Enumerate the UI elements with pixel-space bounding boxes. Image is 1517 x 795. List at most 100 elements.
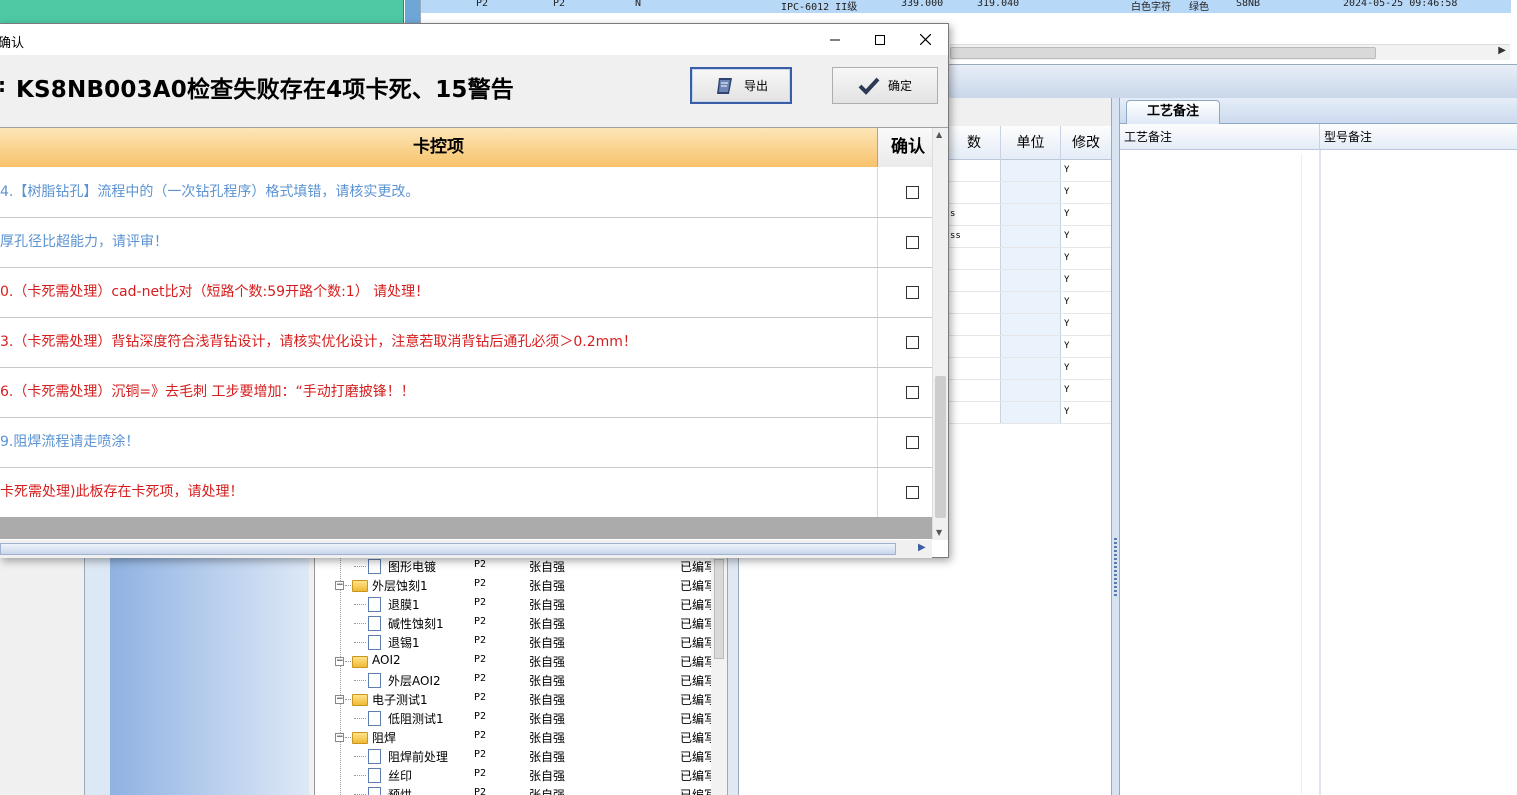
tree-connector xyxy=(354,642,366,643)
minimize-button[interactable] xyxy=(812,24,858,55)
tree-node[interactable]: − 外层蚀刻1 P2 张自强 已编写 xyxy=(314,576,716,595)
tree-node[interactable]: − AOI2 P2 张自强 已编写 xyxy=(314,652,716,671)
table-row[interactable]: 4.【树脂钻孔】流程中的（一次钻孔程序）格式填错，请核实更改。 xyxy=(0,168,932,218)
remarks-header: 工艺备注 型号备注 xyxy=(1120,124,1517,150)
confirm-checkbox[interactable] xyxy=(906,486,919,499)
params-grid-row[interactable]: Y xyxy=(948,270,1111,292)
param-unit-cell xyxy=(1000,182,1060,203)
dialog-titlebar[interactable]: 确认 xyxy=(0,24,948,55)
table-hscroll-thumb[interactable] xyxy=(0,543,896,555)
col-unit: 单位 xyxy=(1000,126,1060,160)
tree-node-owner: 张自强 xyxy=(529,731,566,745)
params-grid-row[interactable]: sY xyxy=(948,204,1111,226)
tree-node-version: P2 xyxy=(474,673,487,684)
params-grid-row[interactable]: Y xyxy=(948,160,1111,182)
close-button[interactable] xyxy=(902,24,948,55)
table-row[interactable]: 6.（卡死需处理）沉铜=》去毛刺 工步要增加：“手动打磨披锋！！ xyxy=(0,368,932,418)
background-selected-row[interactable]: P2 P2 N IPC-6012 II级 339.000 319.040 白色字… xyxy=(421,0,1511,13)
hscroll-right-arrow-icon[interactable]: ▶ xyxy=(918,542,926,553)
ok-button[interactable]: 确定 xyxy=(832,67,938,104)
col-confirm[interactable]: 确认 xyxy=(878,128,932,167)
tree-node[interactable]: 退锡1 P2 张自强 已编写 xyxy=(314,633,716,652)
expand-toggle-icon[interactable]: − xyxy=(335,581,344,590)
tree-node[interactable]: 碱性蚀刻1 P2 张自强 已编写 xyxy=(314,614,716,633)
tree-node-owner: 张自强 xyxy=(529,617,566,631)
confirm-checkbox[interactable] xyxy=(906,436,919,449)
background-horizontal-scrollbar[interactable]: ▶ xyxy=(950,44,1510,60)
confirm-checkbox[interactable] xyxy=(906,236,919,249)
remarks-panel: 工艺备注 工艺备注 型号备注 xyxy=(1120,98,1517,795)
param-unit-cell xyxy=(1000,402,1060,423)
tree-node-version: P2 xyxy=(474,635,487,646)
table-row[interactable]: 3.（卡死需处理）背钻深度符合浅背钻设计，请核实优化设计，注意若取消背钻后通孔必… xyxy=(0,318,932,368)
confirm-checkbox[interactable] xyxy=(906,286,919,299)
tree-connector xyxy=(354,718,366,719)
expand-toggle-icon[interactable]: − xyxy=(335,733,344,742)
check-result-title: KS8NB003A0检查失败存在4项卡死、15警告 xyxy=(16,77,514,103)
tree-scrollbar[interactable] xyxy=(711,557,727,795)
tree-node-name: 阻焊 xyxy=(372,731,397,745)
tree-node-owner: 张自强 xyxy=(529,788,566,795)
scroll-up-arrow-icon[interactable]: ▲ xyxy=(936,130,942,139)
tree-node[interactable]: 预烘 P2 张自强 已编写 xyxy=(314,785,716,795)
folder-icon xyxy=(352,732,368,744)
param-modify-cell: Y xyxy=(1060,160,1111,181)
tree-connector xyxy=(354,775,366,776)
table-row[interactable]: 厚孔径比超能力，请评审！ xyxy=(0,218,932,268)
table-row[interactable]: 0.（卡死需处理）cad-net比对（短路个数:59开路个数:1） 请处理！ xyxy=(0,268,932,318)
col-modify: 修改 xyxy=(1060,126,1111,160)
params-grid-row[interactable]: Y xyxy=(948,402,1111,424)
expand-toggle-icon[interactable]: − xyxy=(335,657,344,666)
splitter-grip-icon[interactable] xyxy=(1114,538,1117,598)
tree-node[interactable]: − 阻焊 P2 张自强 已编写 xyxy=(314,728,716,747)
remarks-divider xyxy=(1319,150,1321,795)
tree-node[interactable]: 阻焊前处理 P2 张自强 已编写 xyxy=(314,747,716,766)
panel-splitter[interactable] xyxy=(1111,98,1120,795)
left-nav-gradient xyxy=(110,557,306,795)
params-grid-row[interactable]: ss Y xyxy=(948,226,1111,248)
confirm-checkbox[interactable] xyxy=(906,336,919,349)
tab-process-remarks[interactable]: 工艺备注 xyxy=(1126,100,1220,124)
params-grid-row[interactable]: Y xyxy=(948,292,1111,314)
tree-node[interactable]: − 电子测试1 P2 张自强 已编写 xyxy=(314,690,716,709)
table-row[interactable]: 9.阻焊流程请走喷涂！ xyxy=(0,418,932,468)
tree-node-owner: 张自强 xyxy=(529,693,566,707)
params-grid-row[interactable]: Y xyxy=(948,358,1111,380)
table-scroll-thumb[interactable] xyxy=(935,376,946,518)
param-unit-cell xyxy=(1000,270,1060,291)
tree-node-version: P2 xyxy=(474,616,487,627)
confirm-checkbox[interactable] xyxy=(906,386,919,399)
tree-node[interactable]: 图形电镀 P2 张自强 已编写 xyxy=(314,557,716,576)
tree-scroll-thumb[interactable] xyxy=(714,559,724,659)
control-item-text: 厚孔径比超能力，请评审！ xyxy=(0,218,878,267)
document-icon xyxy=(368,711,381,726)
table-vertical-scrollbar[interactable]: ▲ ▼ xyxy=(932,128,948,540)
params-grid-row[interactable]: Y xyxy=(948,182,1111,204)
col-control-item[interactable]: 卡控项 xyxy=(0,128,878,167)
tree-node-name: AOI2 xyxy=(372,653,401,667)
confirm-checkbox[interactable] xyxy=(906,186,919,199)
scroll-right-arrow-icon[interactable]: ▶ xyxy=(1498,45,1506,56)
param-value-cell xyxy=(948,248,1000,269)
maximize-button[interactable] xyxy=(857,24,903,55)
params-grid-row[interactable]: Y xyxy=(948,380,1111,402)
params-grid-row[interactable]: Y xyxy=(948,314,1111,336)
scroll-down-arrow-icon[interactable]: ▼ xyxy=(936,528,942,537)
params-grid-row[interactable]: Y xyxy=(948,336,1111,358)
remarks-scrollbar[interactable] xyxy=(1301,154,1315,794)
tree-node[interactable]: 退膜1 P2 张自强 已编写 xyxy=(314,595,716,614)
tree-node-owner: 张自强 xyxy=(529,712,566,726)
control-item-text: 9.阻焊流程请走喷涂！ xyxy=(0,418,878,467)
param-modify-cell: Y xyxy=(1060,358,1111,379)
export-button[interactable]: 导出 xyxy=(690,67,792,104)
table-row[interactable]: 卡死需处理)此板存在卡死项，请处理！ xyxy=(0,468,932,517)
document-icon xyxy=(368,597,381,612)
expand-toggle-icon[interactable]: − xyxy=(335,695,344,704)
scroll-thumb[interactable] xyxy=(950,47,1376,59)
table-horizontal-scrollbar[interactable]: ▶ xyxy=(0,540,932,558)
tree-node[interactable]: 外层AOI2 P2 张自强 已编写 xyxy=(314,671,716,690)
tree-connector xyxy=(354,604,366,605)
tree-node[interactable]: 低阻测试1 P2 张自强 已编写 xyxy=(314,709,716,728)
params-grid-row[interactable]: Y xyxy=(948,248,1111,270)
tree-node[interactable]: 丝印 P2 张自强 已编写 xyxy=(314,766,716,785)
